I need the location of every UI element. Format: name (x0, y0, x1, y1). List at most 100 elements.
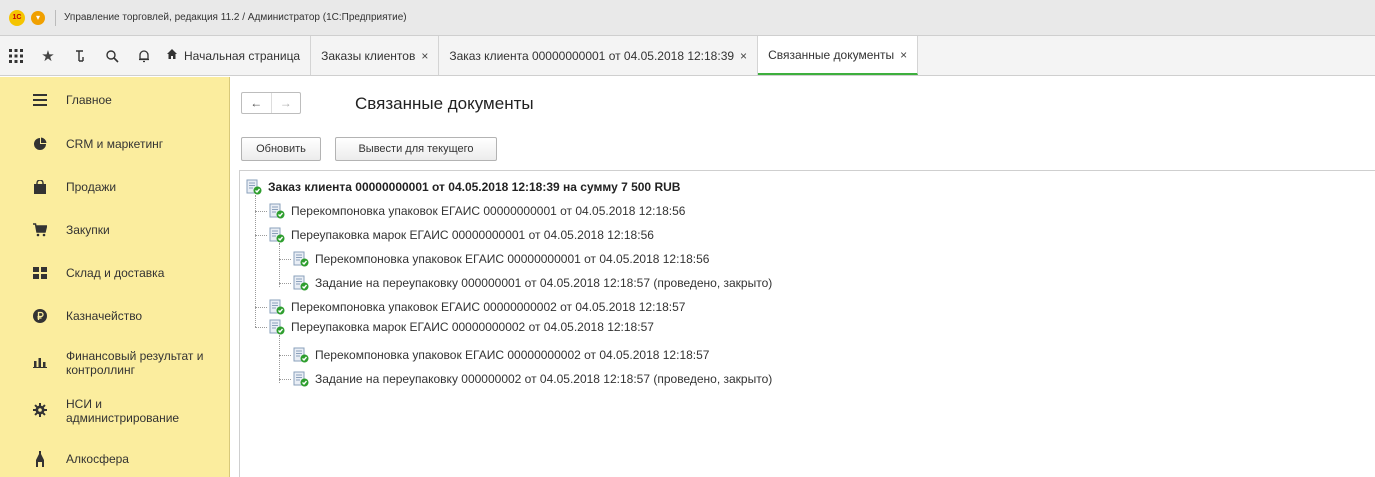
tabbar-empty-area (918, 36, 1375, 75)
tree-node-label: Перекомпоновка упаковок ЕГАИС 0000000000… (315, 348, 710, 362)
tab-customer-order[interactable]: Заказ клиента 00000000001 от 04.05.2018 … (439, 36, 759, 75)
document-posted-icon (293, 275, 309, 291)
apps-grid-icon[interactable] (0, 36, 32, 75)
document-posted-icon (269, 319, 285, 335)
sidebar-item-label-line2: администрирование (66, 411, 180, 425)
tree-node-label: Переупаковка марок ЕГАИС 00000000002 от … (291, 320, 654, 334)
show-for-current-button[interactable]: Вывести для текущего (335, 137, 497, 161)
refresh-button[interactable]: Обновить (241, 137, 321, 161)
sidebar-item-main[interactable]: Главное (0, 89, 230, 111)
tree-node[interactable]: Перекомпоновка упаковок ЕГАИС 0000000000… (269, 297, 685, 317)
tree-node-label: Заказ клиента 00000000001 от 04.05.2018 … (268, 180, 681, 194)
document-posted-icon (293, 347, 309, 363)
window-title: Управление торговлей, редакция 11.2 / Ад… (64, 12, 407, 23)
sidebar-item-label: CRM и маркетинг (66, 137, 164, 151)
tree-node[interactable]: Перекомпоновка упаковок ЕГАИС 0000000000… (269, 201, 685, 221)
close-icon[interactable]: × (900, 48, 907, 62)
sidebar-item-label-line2: контроллинг (66, 363, 135, 377)
sidebar-item-finance[interactable]: Финансовый результат и контроллинг (0, 347, 230, 377)
tree-node-label: Задание на переупаковку 000000002 от 04.… (315, 372, 773, 386)
tree-node[interactable]: Перекомпоновка упаковок ЕГАИС 0000000000… (293, 249, 709, 269)
cart-icon (33, 223, 47, 237)
tree-node-label: Перекомпоновка упаковок ЕГАИС 0000000000… (291, 204, 686, 218)
sidebar-item-treasury[interactable]: Казначейство (0, 305, 230, 327)
tab-label: Заказ клиента 00000000001 от 04.05.2018 … (449, 48, 735, 63)
sections-sidebar: Главное CRM и маркетинг Продажи Закупки … (0, 77, 230, 477)
sidebar-item-label: Алкосфера (66, 452, 129, 466)
bell-icon[interactable] (128, 36, 160, 75)
document-posted-icon (269, 203, 285, 219)
pie-chart-icon (33, 137, 47, 151)
tree-connector (255, 235, 267, 236)
tree-node[interactable]: Перекомпоновка упаковок ЕГАИС 0000000000… (293, 345, 709, 365)
tree-node-label: Задание на переупаковку 000000001 от 04.… (315, 276, 773, 290)
forward-arrow-icon[interactable]: → (270, 93, 301, 113)
document-posted-icon (293, 371, 309, 387)
tree-connector (279, 355, 291, 356)
sidebar-item-label: Главное (66, 93, 112, 107)
gear-icon (33, 403, 47, 417)
star-icon[interactable]: ★ (32, 36, 64, 75)
tree-root-document[interactable]: Заказ клиента 00000000001 от 04.05.2018 … (246, 177, 680, 197)
shopping-bag-icon (33, 180, 47, 194)
tab-customer-orders[interactable]: Заказы клиентов × (311, 36, 440, 75)
tree-connector (279, 243, 280, 287)
tree-connector (279, 379, 291, 380)
sidebar-item-label: Казначейство (66, 309, 143, 323)
app-logo-icon[interactable]: 1С (9, 9, 25, 26)
tree-node[interactable]: Переупаковка марок ЕГАИС 00000000002 от … (269, 317, 654, 337)
document-posted-icon (269, 299, 285, 315)
nav-buttons: ← → (241, 92, 301, 114)
close-icon[interactable]: × (740, 49, 747, 63)
tree-node-label: Перекомпоновка упаковок ЕГАИС 0000000000… (291, 300, 686, 314)
window-titlebar: 1С ▾ Управление торговлей, редакция 11.2… (0, 0, 1375, 36)
main-content: ← → Связанные документы Обновить Вывести… (231, 77, 1375, 477)
tab-home-label: Начальная страница (184, 48, 301, 63)
sidebar-item-label: Финансовый результат и (66, 349, 204, 363)
tab-label: Заказы клиентов (321, 48, 416, 63)
app-logo-text: 1С (12, 14, 22, 21)
tree-node-label: Перекомпоновка упаковок ЕГАИС 0000000000… (315, 252, 710, 266)
sidebar-item-label: Продажи (66, 180, 117, 194)
search-icon[interactable] (96, 36, 128, 75)
sidebar-item-purchases[interactable]: Закупки (0, 219, 230, 241)
document-posted-icon (269, 227, 285, 243)
main-menu-icon[interactable]: ▾ (31, 10, 45, 25)
menu-lines-icon (33, 93, 47, 107)
tree-connector (279, 335, 280, 383)
sidebar-item-alcosphere[interactable]: Алкосфера (0, 448, 230, 470)
tab-home[interactable]: Начальная страница (160, 36, 312, 75)
warehouse-icon (33, 266, 47, 280)
tree-connector (255, 307, 267, 308)
sidebar-item-warehouse[interactable]: Склад и доставка (0, 262, 230, 284)
sidebar-item-sales[interactable]: Продажи (0, 176, 230, 198)
close-icon[interactable]: × (421, 49, 428, 63)
sidebar-item-label: НСИ и (66, 397, 102, 411)
ruble-coin-icon (33, 309, 47, 323)
history-icon[interactable] (64, 36, 96, 75)
page-title: Связанные документы (355, 94, 534, 113)
tree-connector (255, 211, 267, 212)
sidebar-item-label: Закупки (66, 223, 110, 237)
tab-related-documents[interactable]: Связанные документы × (758, 36, 919, 75)
tab-label: Связанные документы (768, 47, 895, 62)
tree-connector (279, 283, 291, 284)
tree-connector (279, 259, 291, 260)
document-posted-icon (246, 179, 262, 195)
tree-node[interactable]: Задание на переупаковку 000000002 от 04.… (293, 369, 772, 389)
tree-node[interactable]: Переупаковка марок ЕГАИС 00000000001 от … (269, 225, 654, 245)
title-divider (55, 9, 56, 26)
related-documents-tree: Заказ клиента 00000000001 от 04.05.2018 … (239, 170, 1375, 477)
sidebar-item-crm[interactable]: CRM и маркетинг (0, 133, 230, 155)
home-icon (166, 48, 178, 63)
document-posted-icon (293, 251, 309, 267)
tab-bar: ★ Начальная страница Заказы клиентов × З… (0, 36, 1375, 76)
sidebar-item-label: Склад и доставка (66, 266, 165, 280)
alco-icon (33, 451, 47, 467)
sidebar-item-admin[interactable]: НСИ и администрирование (0, 395, 230, 425)
bar-chart-icon (33, 355, 47, 369)
tree-node[interactable]: Задание на переупаковку 000000001 от 04.… (293, 273, 772, 293)
back-arrow-icon[interactable]: ← (242, 93, 271, 113)
tree-node-label: Переупаковка марок ЕГАИС 00000000001 от … (291, 228, 654, 242)
tree-connector (255, 327, 267, 328)
